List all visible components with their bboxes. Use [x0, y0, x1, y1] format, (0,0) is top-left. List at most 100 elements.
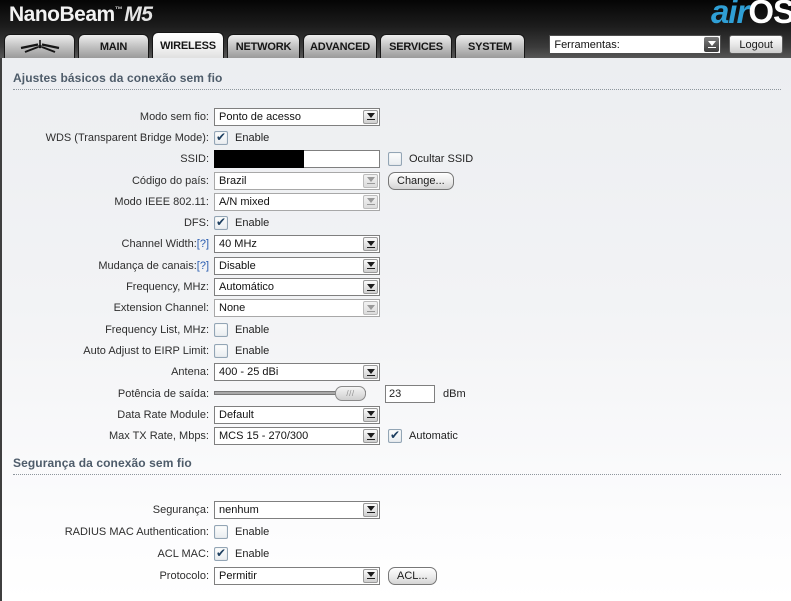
radius-mac-enable-label: Enable: [235, 525, 270, 538]
chevron-down-icon: [363, 568, 378, 583]
ssid-input[interactable]: [214, 150, 380, 169]
ssid-redacted-value: [214, 150, 304, 169]
brand-logo: NanoBeam™M5: [9, 3, 153, 27]
channel-shifting-value: Disable: [219, 259, 256, 272]
wireless-mode-select[interactable]: Ponto de acesso: [214, 107, 380, 126]
frequency-value: Automático: [219, 281, 275, 294]
automatic-rate-checkbox[interactable]: [388, 429, 402, 444]
security-mode-label: Segurança:: [152, 503, 209, 516]
protocol-value: Permitir: [219, 569, 257, 582]
protocol-label: Protocolo:: [159, 569, 209, 582]
security-mode-select[interactable]: nenhum: [214, 500, 380, 519]
row-dfs: DFS: Enable: [13, 212, 781, 233]
wds-checkbox[interactable]: [214, 130, 228, 145]
automatic-rate-label: Automatic: [409, 430, 458, 443]
airos-logo-os: OS: [748, 0, 791, 30]
trademark-symbol: ™: [114, 5, 123, 14]
row-eirp: Auto Adjust to EIRP Limit: Enable: [13, 340, 781, 361]
data-rate-module-select[interactable]: Default: [214, 405, 380, 424]
tab-wireless[interactable]: WIRELESS: [152, 32, 224, 58]
tab-system[interactable]: SYSTEM: [455, 34, 525, 58]
data-rate-module-value: Default: [219, 408, 254, 421]
antenna-label: Antena:: [171, 366, 209, 379]
eirp-label: Auto Adjust to EIRP Limit:: [83, 344, 209, 357]
wireless-mode-label: Modo sem fio:: [139, 110, 209, 123]
chevron-down-icon: [704, 37, 720, 52]
radius-mac-checkbox[interactable]: [214, 524, 228, 539]
chevron-down-icon: [363, 301, 378, 316]
acl-mac-label: ACL MAC:: [157, 547, 209, 560]
tab-network[interactable]: NETWORK: [227, 34, 300, 58]
row-protocol: Protocolo: Permitir ACL...: [13, 565, 781, 587]
frequency-list-checkbox[interactable]: [214, 322, 228, 337]
chevron-down-icon: [363, 365, 378, 380]
output-power-slider[interactable]: [214, 386, 366, 401]
tab-services[interactable]: SERVICES: [380, 34, 452, 58]
eirp-enable-label: Enable: [235, 344, 270, 357]
wireless-settings-panel: Ajustes básicos da conexão sem fio Modo …: [0, 58, 791, 601]
acl-button[interactable]: ACL...: [388, 566, 437, 585]
change-country-button[interactable]: Change...: [388, 171, 454, 190]
channel-shifting-label: Mudança de canais:[?]: [98, 259, 209, 272]
dfs-enable-label: Enable: [235, 217, 270, 230]
tab-label: NETWORK: [235, 40, 292, 53]
acl-mac-checkbox[interactable]: [214, 546, 228, 561]
dfs-checkbox[interactable]: [214, 216, 228, 231]
airos-logo: airOS: [711, 0, 791, 31]
tab-advanced[interactable]: ADVANCED: [303, 34, 377, 58]
chevron-down-icon: [363, 429, 378, 444]
frequency-select[interactable]: Automático: [214, 278, 380, 297]
row-ssid: SSID: Ocultar SSID: [13, 149, 781, 170]
max-tx-rate-select[interactable]: MCS 15 - 270/300: [214, 427, 380, 446]
channel-width-value: 40 MHz: [219, 238, 257, 251]
chevron-down-icon: [363, 194, 378, 209]
channel-shifting-help-link[interactable]: [?]: [197, 260, 209, 272]
max-tx-rate-label: Max TX Rate, Mbps:: [108, 430, 209, 443]
tab-label: WIRELESS: [160, 39, 216, 52]
tab-label: SERVICES: [389, 40, 443, 53]
channel-width-help-link[interactable]: [?]: [197, 238, 209, 250]
channel-width-select[interactable]: 40 MHz: [214, 235, 380, 254]
chevron-down-icon: [363, 109, 378, 124]
chevron-down-icon: [363, 280, 378, 295]
brand-model: M5: [124, 3, 153, 26]
frequency-list-label: Frequency List, MHz:: [105, 323, 209, 336]
row-antenna: Antena: 400 - 25 dBi: [13, 362, 781, 383]
header-tools: Ferramentas: Logout: [549, 35, 783, 54]
channel-width-label: Channel Width:[?]: [121, 238, 209, 251]
hide-ssid-checkbox[interactable]: [388, 152, 402, 167]
row-output-power: Potência de saída: dBm: [13, 383, 781, 404]
logout-button[interactable]: Logout: [729, 35, 783, 54]
protocol-select[interactable]: Permitir: [214, 566, 380, 585]
eirp-checkbox[interactable]: [214, 343, 228, 358]
tab-label: SYSTEM: [467, 40, 513, 53]
output-power-unit: dBm: [443, 387, 466, 400]
slider-handle[interactable]: [335, 386, 366, 401]
row-wireless-mode: Modo sem fio: Ponto de acesso: [13, 106, 781, 127]
max-tx-rate-value: MCS 15 - 270/300: [219, 430, 309, 443]
row-acl-mac: ACL MAC: Enable: [13, 543, 781, 565]
ssid-label: SSID:: [180, 153, 209, 166]
tab-label: MAIN: [99, 40, 128, 53]
extension-channel-value: None: [219, 302, 246, 315]
row-extension-channel: Extension Channel: None: [13, 298, 781, 319]
wds-enable-label: Enable: [235, 131, 270, 144]
data-rate-module-label: Data Rate Module:: [117, 408, 209, 421]
chevron-down-icon: [363, 258, 378, 273]
tools-select[interactable]: Ferramentas:: [549, 35, 722, 54]
hide-ssid-label: Ocultar SSID: [409, 153, 474, 166]
antenna-value: 400 - 25 dBi: [219, 366, 279, 379]
tools-select-value: Ferramentas:: [554, 38, 620, 51]
tab-main[interactable]: MAIN: [78, 34, 149, 58]
wds-label: WDS (Transparent Bridge Mode):: [45, 131, 209, 144]
antenna-select[interactable]: 400 - 25 dBi: [214, 363, 380, 382]
channel-shifting-select[interactable]: Disable: [214, 256, 380, 275]
row-country-code: Código do país: Brazil Change...: [13, 170, 781, 191]
row-channel-shifting: Mudança de canais:[?] Disable: [13, 255, 781, 276]
output-power-input[interactable]: [385, 384, 435, 403]
output-power-label: Potência de saída:: [117, 387, 209, 400]
row-frequency-list: Frequency List, MHz: Enable: [13, 319, 781, 340]
row-frequency: Frequency, MHz: Automático: [13, 276, 781, 297]
row-channel-width: Channel Width:[?] 40 MHz: [13, 234, 781, 255]
tab-home[interactable]: [4, 34, 75, 58]
